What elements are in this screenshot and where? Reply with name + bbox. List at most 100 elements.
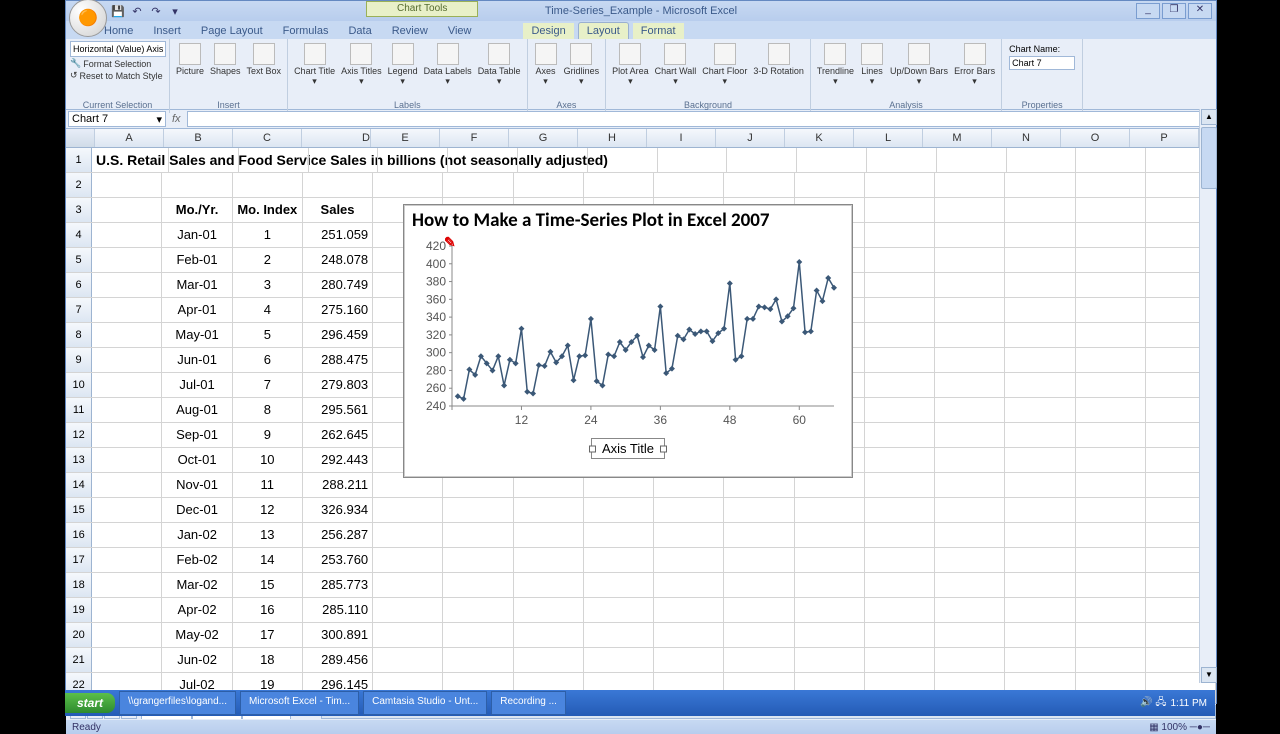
- row-header[interactable]: 2: [66, 173, 92, 197]
- cell[interactable]: 9: [233, 423, 303, 447]
- cell[interactable]: [1005, 598, 1075, 622]
- cell[interactable]: [1005, 448, 1075, 472]
- cell[interactable]: [378, 148, 448, 172]
- cell[interactable]: [935, 373, 1005, 397]
- cell[interactable]: [514, 498, 584, 522]
- cell[interactable]: [514, 598, 584, 622]
- cell[interactable]: [935, 348, 1005, 372]
- cell[interactable]: [865, 348, 935, 372]
- embedded-chart[interactable]: How to Make a Time-Series Plot in Excel …: [403, 204, 853, 478]
- cell[interactable]: [724, 648, 794, 672]
- cell[interactable]: [865, 648, 935, 672]
- cell[interactable]: [727, 148, 797, 172]
- tab-view[interactable]: View: [440, 23, 480, 39]
- cell[interactable]: 17: [233, 623, 303, 647]
- cell[interactable]: [935, 598, 1005, 622]
- cell[interactable]: [443, 598, 513, 622]
- row-header[interactable]: 18: [66, 573, 92, 597]
- cell[interactable]: [865, 548, 935, 572]
- cell[interactable]: 289.456: [303, 648, 373, 672]
- cell[interactable]: [935, 523, 1005, 547]
- column-header-F[interactable]: F: [440, 129, 509, 147]
- legend-button[interactable]: Legend▾: [386, 41, 420, 89]
- cell[interactable]: 279.803: [303, 373, 373, 397]
- cell[interactable]: [865, 323, 935, 347]
- cell[interactable]: [1005, 623, 1075, 647]
- cell[interactable]: 292.443: [303, 448, 373, 472]
- column-header-G[interactable]: G: [509, 129, 578, 147]
- cell[interactable]: [1076, 473, 1146, 497]
- cell[interactable]: [658, 148, 728, 172]
- row-header[interactable]: 12: [66, 423, 92, 447]
- cell[interactable]: [1005, 523, 1075, 547]
- column-header-J[interactable]: J: [716, 129, 785, 147]
- plot-area-button[interactable]: Plot Area▾: [610, 41, 651, 89]
- cell[interactable]: [1005, 573, 1075, 597]
- cell[interactable]: [584, 523, 654, 547]
- axis-title-textbox[interactable]: Axis Title: [591, 438, 665, 459]
- chart-wall-button[interactable]: Chart Wall▾: [653, 41, 699, 89]
- cell[interactable]: [443, 523, 513, 547]
- tab-insert[interactable]: Insert: [145, 23, 189, 39]
- row-header[interactable]: 7: [66, 298, 92, 322]
- cell[interactable]: [92, 548, 162, 572]
- column-header-E[interactable]: E: [371, 129, 440, 147]
- shapes-button[interactable]: Shapes: [208, 41, 243, 78]
- cell[interactable]: [1005, 548, 1075, 572]
- cell[interactable]: Jun-01: [162, 348, 232, 372]
- cell[interactable]: [1076, 198, 1146, 222]
- cell[interactable]: [795, 498, 865, 522]
- scroll-thumb[interactable]: [1201, 127, 1217, 189]
- cell[interactable]: [724, 548, 794, 572]
- scroll-up-icon[interactable]: ▲: [1201, 109, 1217, 125]
- cell[interactable]: [92, 273, 162, 297]
- data-labels-button[interactable]: Data Labels▾: [422, 41, 474, 89]
- cell[interactable]: 6: [233, 348, 303, 372]
- cell[interactable]: [1007, 148, 1077, 172]
- cell[interactable]: Jan-02: [162, 523, 232, 547]
- cell[interactable]: [865, 248, 935, 272]
- chart-title-button[interactable]: Chart Title▾: [292, 41, 337, 89]
- row-header[interactable]: 3: [66, 198, 92, 222]
- cell[interactable]: [865, 398, 935, 422]
- cell[interactable]: 13: [233, 523, 303, 547]
- tab-format[interactable]: Format: [633, 23, 684, 39]
- cell[interactable]: [92, 298, 162, 322]
- cell[interactable]: [935, 223, 1005, 247]
- column-header-K[interactable]: K: [785, 129, 854, 147]
- system-tray[interactable]: 🔊 🖧 1:11 PM: [1140, 695, 1215, 712]
- cell[interactable]: Nov-01: [162, 473, 232, 497]
- cell[interactable]: [373, 623, 443, 647]
- row-header[interactable]: 4: [66, 223, 92, 247]
- column-header-N[interactable]: N: [992, 129, 1061, 147]
- row-header[interactable]: 5: [66, 248, 92, 272]
- cell[interactable]: [584, 623, 654, 647]
- cell[interactable]: 1: [233, 223, 303, 247]
- cell[interactable]: [1076, 448, 1146, 472]
- column-header-H[interactable]: H: [578, 129, 647, 147]
- cell[interactable]: [865, 598, 935, 622]
- cell[interactable]: [373, 523, 443, 547]
- column-header-A[interactable]: A: [95, 129, 164, 147]
- cell[interactable]: [795, 173, 865, 197]
- undo-icon[interactable]: ↶: [129, 3, 145, 19]
- cell[interactable]: Aug-01: [162, 398, 232, 422]
- formula-bar[interactable]: [187, 111, 1214, 127]
- cell[interactable]: [1005, 648, 1075, 672]
- cell[interactable]: [92, 223, 162, 247]
- chart-title-text[interactable]: How to Make a Time-Series Plot in Excel …: [404, 205, 852, 236]
- cell[interactable]: [239, 148, 309, 172]
- cell[interactable]: 285.110: [303, 598, 373, 622]
- cell[interactable]: [92, 323, 162, 347]
- cell[interactable]: [443, 498, 513, 522]
- cell[interactable]: [584, 573, 654, 597]
- row-header[interactable]: 13: [66, 448, 92, 472]
- select-all-button[interactable]: [66, 129, 95, 147]
- trendline-button[interactable]: Trendline▾: [815, 41, 856, 89]
- cell[interactable]: [654, 523, 724, 547]
- cell[interactable]: [443, 573, 513, 597]
- cell[interactable]: [514, 523, 584, 547]
- cell[interactable]: [443, 173, 513, 197]
- cell[interactable]: [514, 548, 584, 572]
- cell[interactable]: [795, 548, 865, 572]
